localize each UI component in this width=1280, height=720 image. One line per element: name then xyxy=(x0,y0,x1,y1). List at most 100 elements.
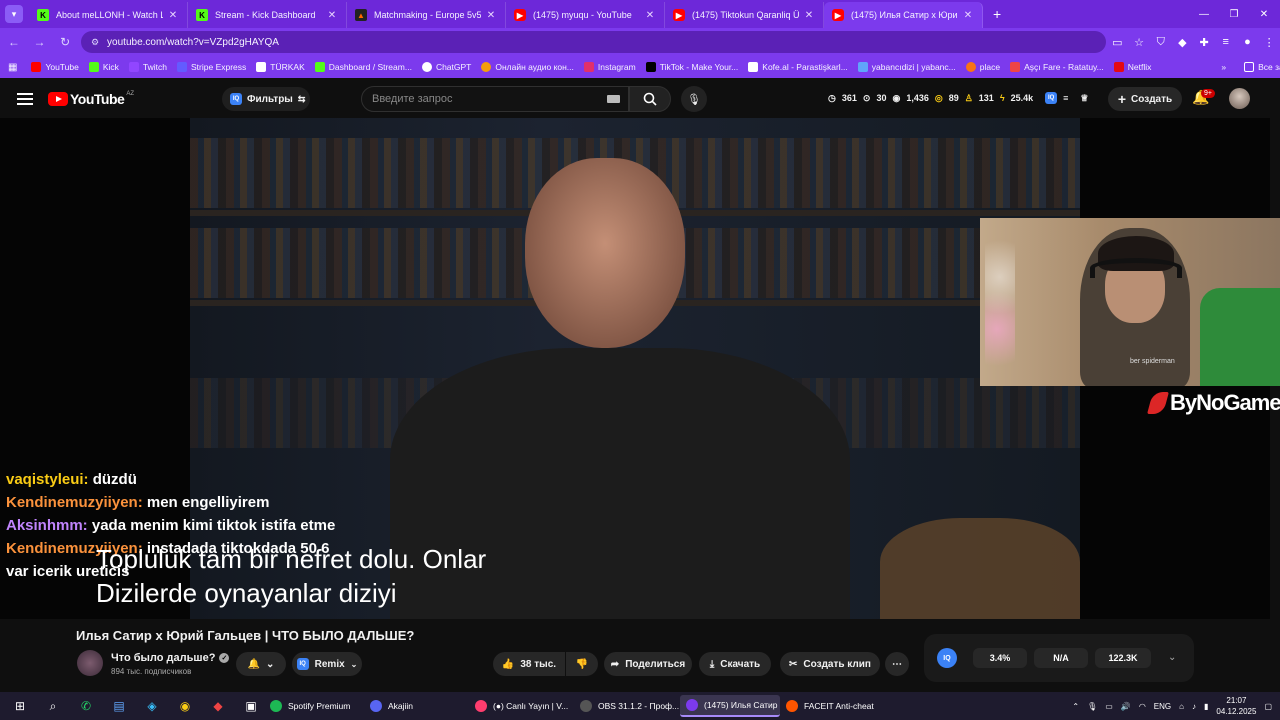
bookmark[interactable]: Instagram xyxy=(583,62,636,72)
taskbar-app[interactable]: Akajiin xyxy=(364,695,469,717)
star-icon[interactable]: ☆ xyxy=(1128,31,1150,53)
close-icon[interactable]: ✕ xyxy=(167,10,179,21)
bookmark[interactable]: TikTok - Make Your... xyxy=(645,62,738,72)
bookmark[interactable]: Kick xyxy=(88,62,119,72)
download-button[interactable]: ⤓ Скачать xyxy=(699,652,771,676)
like-button[interactable]: 👍 38 тыс. xyxy=(493,652,565,676)
share-button[interactable]: ➦ Поделиться xyxy=(604,652,692,676)
back-icon[interactable]: ← xyxy=(2,30,26,54)
taskbar-app[interactable]: OBS 31.1.2 - Проф... xyxy=(574,695,680,717)
list-icon[interactable]: ≡ xyxy=(1063,93,1068,103)
channel-avatar[interactable] xyxy=(77,650,103,676)
url-input[interactable]: ⚙ youtube.com/watch?v=VZpd2gHAYQA xyxy=(80,31,1107,53)
channel-name[interactable]: Что было дальше? ✓ xyxy=(111,652,230,664)
profile-icon[interactable]: ● xyxy=(1237,31,1259,53)
close-icon[interactable]: ✕ xyxy=(803,10,815,21)
iq-icon[interactable]: IQ xyxy=(937,648,957,668)
chevron-up-icon[interactable]: ⌃ xyxy=(1072,702,1079,711)
filters-button[interactable]: IQ Фильтры ⇆ xyxy=(222,87,310,111)
shield-icon[interactable]: ⛉ xyxy=(1150,31,1172,53)
browser-tab[interactable]: ▶ (1475) Tiktokun Qaranliq Üzü - ✕ xyxy=(665,2,824,28)
forward-icon[interactable]: → xyxy=(28,30,52,54)
taskbar-app-label: Spotify Premium xyxy=(288,701,351,711)
site-info-icon[interactable]: ⚙ xyxy=(91,37,99,48)
menu-list-icon[interactable]: ≡ xyxy=(1215,31,1237,53)
browser-tab[interactable]: K About meLLONH - Watch Live on ✕ xyxy=(29,2,188,28)
chevron-down-icon[interactable]: ⌄ xyxy=(1168,652,1176,663)
bookmark[interactable]: Dashboard / Stream... xyxy=(314,62,412,72)
more-actions-button[interactable]: ⋯ xyxy=(885,652,909,676)
close-icon[interactable]: ✕ xyxy=(485,10,497,21)
browser-tab[interactable]: ▲ Matchmaking - Europe 5v5 Qu ✕ xyxy=(347,2,506,28)
search-input[interactable]: Введите запрос xyxy=(361,86,629,112)
bookmark[interactable]: Twitch xyxy=(128,62,167,72)
app-icon[interactable]: ▣ xyxy=(238,696,264,716)
battery-icon[interactable]: ▮ xyxy=(1204,702,1208,711)
voice-search-button[interactable]: 🎙 xyxy=(681,86,707,112)
chevron-right-icon[interactable]: » xyxy=(1221,62,1226,72)
browser-tab[interactable]: ▶ (1475) myuqu - YouTube ✕ xyxy=(506,2,665,28)
tab-search-icon[interactable]: ▾ xyxy=(5,5,23,23)
bookmark[interactable]: place xyxy=(965,62,1000,72)
clock[interactable]: 21:07 04.12.2025 xyxy=(1216,695,1256,717)
bookmark[interactable]: yabancıdizi | yabanc... xyxy=(857,62,956,72)
bookmark[interactable]: Aşçı Fare - Ratatuy... xyxy=(1010,62,1104,72)
close-icon[interactable]: ✕ xyxy=(326,10,338,21)
file-explorer-icon[interactable]: ▤ xyxy=(106,696,132,716)
opera-icon[interactable]: ◉ xyxy=(172,696,198,716)
app-icon[interactable]: ◆ xyxy=(205,696,231,716)
minimize-icon[interactable]: — xyxy=(1188,0,1220,28)
taskbar-app[interactable]: (●) Canlı Yayın | V... xyxy=(469,695,574,717)
bookmark[interactable]: ChatGPT xyxy=(421,62,471,72)
bookmark[interactable]: Netflix xyxy=(1113,62,1151,72)
trophy-icon[interactable]: ♕ xyxy=(1080,93,1088,104)
all-bookmarks[interactable]: Все закладки xyxy=(1244,62,1280,72)
bookmark[interactable]: TÜRKAK xyxy=(256,62,305,72)
download-label: Скачать xyxy=(720,658,761,670)
create-button[interactable]: + Создать xyxy=(1108,87,1182,111)
taskbar-app-active[interactable]: (1475) Илья Сатир ... xyxy=(680,695,780,717)
more-icon[interactable]: ⋮ xyxy=(1258,31,1280,53)
language-indicator[interactable]: ENG xyxy=(1154,702,1171,711)
close-icon[interactable]: ✕ xyxy=(644,10,656,21)
avatar[interactable] xyxy=(1229,88,1250,109)
taskbar-app[interactable]: Spotify Premium xyxy=(264,695,364,717)
restore-icon[interactable]: ❐ xyxy=(1218,0,1250,28)
bookmark[interactable]: Kofe.al - Parastişkarl... xyxy=(748,62,848,72)
wifi-icon[interactable]: ◠ xyxy=(1139,702,1146,711)
bookmark[interactable]: Stripe Express xyxy=(177,62,246,72)
puzzle-icon[interactable]: ✚ xyxy=(1193,31,1215,53)
iq-icon[interactable]: IQ xyxy=(1045,92,1058,104)
mic-icon[interactable]: 🎙 xyxy=(1087,702,1097,711)
menu-icon[interactable] xyxy=(17,93,33,105)
extension-icon[interactable]: ◆ xyxy=(1172,31,1194,53)
copilot-icon[interactable]: ◈ xyxy=(139,696,165,716)
taskbar-app[interactable]: FACEIT Anti-cheat xyxy=(780,695,880,717)
dislike-button[interactable]: 👎 xyxy=(566,652,598,676)
search-button[interactable] xyxy=(629,86,671,112)
close-icon[interactable]: ✕ xyxy=(962,10,974,21)
notification-center-icon[interactable]: ▢ xyxy=(1264,702,1272,711)
windows-start-icon[interactable]: ⊞ xyxy=(7,696,33,716)
bookmark[interactable]: YouTube xyxy=(31,62,79,72)
remix-button[interactable]: IQ Remix ⌄ xyxy=(292,652,362,676)
monitor-icon[interactable]: ▭ xyxy=(1105,702,1113,711)
bookmark[interactable]: Онлайн аудио кон... xyxy=(481,62,574,72)
browser-tab[interactable]: K Stream - Kick Dashboard ✕ xyxy=(188,2,347,28)
search-icon[interactable]: ⌕ xyxy=(40,696,66,716)
subscribed-bell-button[interactable]: 🔔 ⌄ xyxy=(236,652,286,676)
cast-icon[interactable]: ▭ xyxy=(1106,31,1128,53)
apps-icon[interactable]: ▦ xyxy=(8,62,17,73)
whatsapp-icon[interactable]: ✆ xyxy=(73,696,99,716)
reload-icon[interactable]: ↻ xyxy=(53,30,77,54)
keyboard-icon[interactable] xyxy=(607,95,620,103)
network-icon[interactable]: ⌂ xyxy=(1179,702,1184,711)
clip-button[interactable]: ✂ Создать клип xyxy=(780,652,880,676)
youtube-logo[interactable]: YouTube AZ xyxy=(48,91,134,107)
new-tab-icon[interactable]: + xyxy=(993,6,1001,22)
close-window-icon[interactable]: ✕ xyxy=(1248,0,1280,28)
speaker-icon[interactable]: ♪ xyxy=(1192,702,1196,711)
volume-icon[interactable]: 🔊 xyxy=(1121,702,1131,711)
stat-value: 1,436 xyxy=(906,93,929,103)
browser-tab-active[interactable]: ▶ (1475) Илья Сатир х Юрий Гал ✕ xyxy=(824,2,983,28)
